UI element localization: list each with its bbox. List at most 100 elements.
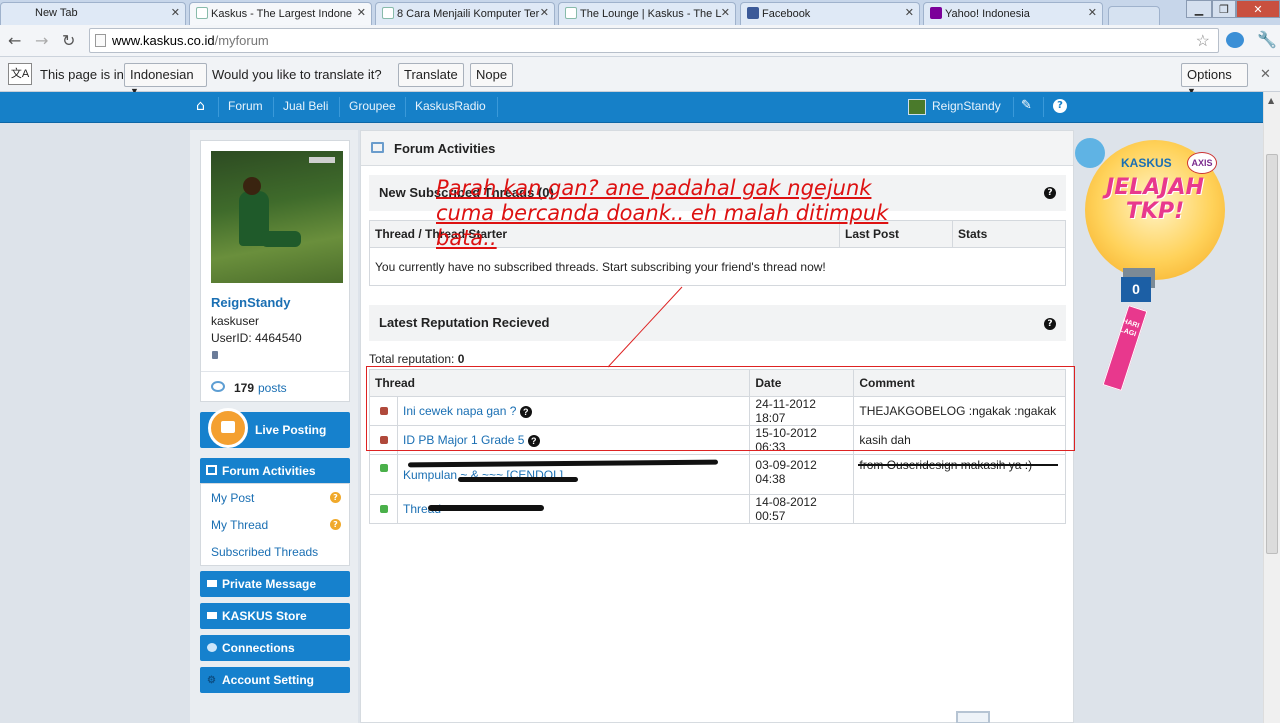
speech-bubble-icon <box>211 381 225 392</box>
banner-headline: JELAJAH TKP! <box>1106 175 1204 224</box>
highlight-box <box>366 366 1075 451</box>
live-posting-button[interactable]: Live Posting <box>200 408 350 448</box>
vertical-scrollbar[interactable]: ▲ <box>1263 92 1280 723</box>
avatar-figure-head <box>243 177 261 195</box>
translate-prefix-text: This page is in <box>40 67 124 82</box>
options-button[interactable]: Options ▼ <box>1181 63 1248 96</box>
close-icon[interactable]: ✕ <box>905 6 914 19</box>
scribble-redaction <box>407 459 719 468</box>
close-icon[interactable]: ✕ <box>1088 6 1097 19</box>
tab-title: New Tab <box>35 7 78 19</box>
nav-forum[interactable]: Forum <box>228 99 263 113</box>
nope-button[interactable]: Nope <box>470 63 514 87</box>
nav-jual-beli[interactable]: Jual Beli <box>283 99 328 113</box>
kaskus-store-button[interactable]: KASKUS Store <box>200 603 350 629</box>
list-icon <box>371 142 384 153</box>
tab-yahoo[interactable]: Yahoo! Indonesia ✕ <box>923 2 1103 25</box>
help-icon[interactable]: ? <box>1053 99 1067 113</box>
sidebar-item-my-thread[interactable]: My Thread <box>211 518 268 532</box>
tab-facebook[interactable]: Facebook ✕ <box>740 2 920 25</box>
browser-tab-strip: New Tab ✕ Kaskus - The Largest Indone ✕ … <box>0 0 1280 25</box>
nav-divider <box>497 97 498 117</box>
wrench-menu-icon[interactable]: 🔧 <box>1257 30 1277 49</box>
restore-icon[interactable]: ❐ <box>1212 0 1236 18</box>
tab-cara-menjaili[interactable]: 8 Cara Menjaili Komputer Ter ✕ <box>375 2 555 25</box>
reload-icon[interactable]: ↻ <box>62 31 75 50</box>
account-setting-button[interactable]: ⚙ Account Setting <box>200 667 350 693</box>
nav-divider <box>339 97 340 117</box>
table-row: Thread ~~~ 14-08-2012 00:57 <box>369 494 1066 524</box>
private-message-button[interactable]: Private Message <box>200 571 350 597</box>
banner-counter: 0 <box>1121 277 1151 302</box>
user-avatar-small[interactable] <box>908 99 926 115</box>
thread-cell: Thread ~~~ <box>396 494 751 524</box>
divider <box>201 371 349 372</box>
empty-message: You currently have no subscribed threads… <box>369 247 1066 286</box>
annotation-arrow-line <box>607 286 683 368</box>
minimize-icon[interactable]: ▁ <box>1186 0 1212 18</box>
tab-the-lounge[interactable]: The Lounge | Kaskus - The L ✕ <box>558 2 736 25</box>
profile-username[interactable]: ReignStandy <box>211 295 290 310</box>
facebook-favicon-icon <box>747 7 759 19</box>
address-bar[interactable]: www.kaskus.co.id/myforum ☆ <box>89 28 1219 53</box>
live-posting-icon-inner <box>221 421 235 433</box>
profile-card: ReignStandy kaskuser UserID: 4464540 179… <box>200 140 350 402</box>
window-close-icon[interactable]: ✕ <box>1236 0 1280 18</box>
scroll-to-top-button[interactable] <box>956 711 990 723</box>
scrollbar-thumb[interactable] <box>1266 154 1278 554</box>
sidebar-item-my-post[interactable]: My Post <box>211 491 254 505</box>
home-icon[interactable]: ⌂ <box>196 98 205 114</box>
left-sidebar: ReignStandy kaskuser UserID: 4464540 179… <box>190 130 358 723</box>
page-title: Forum Activities <box>394 141 496 156</box>
rep-date: 03-09-2012 04:38 <box>749 454 855 495</box>
nav-groupee[interactable]: Groupee <box>349 99 396 113</box>
close-icon[interactable]: ✕ <box>540 6 549 19</box>
tab-kaskus[interactable]: Kaskus - The Largest Indone ✕ <box>189 2 372 25</box>
back-icon[interactable]: ← <box>8 31 21 50</box>
options-label: Options <box>1187 67 1232 82</box>
pencil-icon[interactable]: ✎ <box>1021 98 1032 113</box>
forum-activities-label: Forum Activities <box>222 464 316 478</box>
positive-rep-icon <box>379 464 388 472</box>
kaskus-favicon-icon <box>565 7 577 19</box>
column-header: Stats <box>952 220 1066 248</box>
close-icon[interactable]: ✕ <box>171 6 180 19</box>
nav-divider <box>405 97 406 117</box>
list-icon <box>206 465 217 475</box>
bookmark-star-icon[interactable]: ☆ <box>1196 31 1210 51</box>
translate-button[interactable]: Translate <box>398 63 464 87</box>
close-icon[interactable]: ✕ <box>357 6 366 19</box>
promo-banner[interactable]: KASKUS AXIS JELAJAH TKP! 0 HARI LAGI <box>1075 130 1235 400</box>
connections-button[interactable]: Connections <box>200 635 350 661</box>
translate-infobar: 文A This page is in Indonesian ▼ Would yo… <box>0 57 1280 96</box>
posts-link[interactable]: posts <box>258 381 287 395</box>
extension-icon[interactable] <box>1226 32 1244 48</box>
main-header: Forum Activities <box>361 131 1073 166</box>
close-icon[interactable]: ✕ <box>721 6 730 19</box>
avatar[interactable] <box>211 151 343 283</box>
sidebar-item-subscribed-threads[interactable]: Subscribed Threads <box>211 545 318 559</box>
new-tab-button[interactable] <box>1108 6 1160 25</box>
help-icon[interactable]: ? <box>1044 187 1056 199</box>
tab-new-tab[interactable]: New Tab ✕ <box>0 2 186 25</box>
rep-indicator-cell <box>369 494 398 524</box>
tab-title: Kaskus - The Largest Indone <box>211 8 353 20</box>
scroll-up-arrow-icon[interactable]: ▲ <box>1268 96 1274 105</box>
tab-title: Facebook <box>762 8 811 20</box>
close-infobar-icon[interactable]: ✕ <box>1260 66 1271 82</box>
forum-activities-submenu: My Post ? My Thread ? Subscribed Threads <box>200 483 350 566</box>
mascot-icon <box>1075 138 1105 168</box>
scribble-redaction <box>858 464 1059 466</box>
forum-activities-button[interactable]: Forum Activities <box>200 458 350 483</box>
nav-username[interactable]: ReignStandy <box>932 99 1001 113</box>
total-reputation-value: 0 <box>457 352 465 366</box>
forward-icon[interactable]: → <box>35 31 48 50</box>
tab-title: 8 Cara Menjaili Komputer Ter <box>397 8 540 20</box>
banner-brand: KASKUS <box>1121 156 1172 170</box>
help-icon[interactable]: ? <box>1044 318 1056 330</box>
language-select[interactable]: Indonesian ▼ <box>124 63 207 96</box>
nav-kaskusradio[interactable]: KaskusRadio <box>415 99 486 113</box>
live-posting-label: Live Posting <box>255 423 327 437</box>
people-icon <box>207 643 217 652</box>
kaskus-store-label: KASKUS Store <box>222 609 307 623</box>
